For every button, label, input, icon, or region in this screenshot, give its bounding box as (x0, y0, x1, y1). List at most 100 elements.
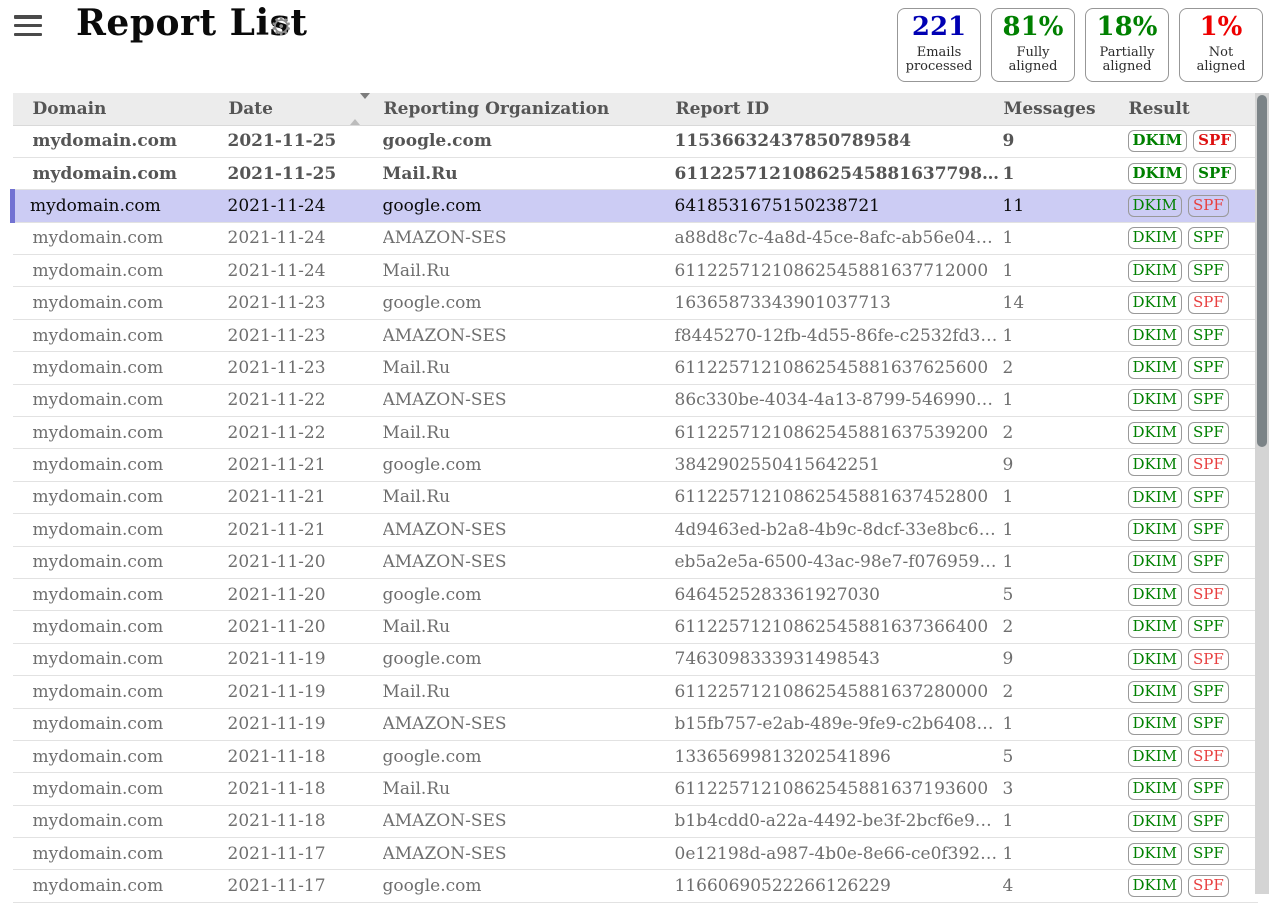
cell-result: DKIMSPF (1128, 481, 1258, 513)
table-row[interactable]: mydomain.com2021-11-20google.com64645252… (13, 578, 1258, 610)
cell-date: 2021-11-23 (228, 352, 383, 384)
dkim-badge: DKIM (1128, 616, 1183, 638)
table-row[interactable]: mydomain.com2021-11-20AMAZON-SESeb5a2e5a… (13, 546, 1258, 578)
table-header-row: Domain Date Reporting Organization Repor… (13, 93, 1258, 125)
cell-messages: 1 (1003, 708, 1128, 740)
cell-date: 2021-11-24 (228, 190, 383, 222)
table-row[interactable]: mydomain.com2021-11-19google.com74630983… (13, 643, 1258, 675)
hamburger-icon[interactable] (14, 15, 42, 36)
cell-domain: mydomain.com (13, 222, 228, 254)
cell-domain: mydomain.com (13, 157, 228, 189)
table-row[interactable]: mydomain.com2021-11-24google.com64185316… (13, 190, 1258, 222)
cell-domain: mydomain.com (13, 578, 228, 610)
table-row[interactable]: mydomain.com2021-11-21AMAZON-SES4d9463ed… (13, 514, 1258, 546)
spf-badge: SPF (1188, 325, 1229, 347)
cell-reporting-organization: AMAZON-SES (383, 708, 675, 740)
cell-messages: 1 (1003, 384, 1128, 416)
table-row[interactable]: mydomain.com2021-11-25Mail.Ru61122571210… (13, 157, 1258, 189)
cell-result: DKIMSPF (1128, 546, 1258, 578)
cell-domain: mydomain.com (13, 643, 228, 675)
cell-domain: mydomain.com (13, 352, 228, 384)
cell-reporting-organization: AMAZON-SES (383, 222, 675, 254)
cell-domain: mydomain.com (13, 125, 228, 157)
cell-report-id: 13365699813202541896 (675, 740, 1003, 772)
cell-messages: 2 (1003, 676, 1128, 708)
cell-domain: mydomain.com (13, 384, 228, 416)
dkim-badge: DKIM (1128, 519, 1183, 541)
table-row[interactable]: mydomain.com2021-11-22AMAZON-SES86c330be… (13, 384, 1258, 416)
cell-reporting-organization: Mail.Ru (383, 157, 675, 189)
table-row[interactable]: mydomain.com2021-11-19Mail.Ru61122571210… (13, 676, 1258, 708)
stat-value: 1% (1187, 13, 1255, 43)
table-row[interactable]: mydomain.com2021-11-23AMAZON-SESf8445270… (13, 319, 1258, 351)
spf-badge: SPF (1188, 713, 1229, 735)
cell-result: DKIMSPF (1128, 870, 1258, 902)
cell-date: 2021-11-25 (228, 157, 383, 189)
hamburger-bar (14, 33, 42, 37)
dkim-badge: DKIM (1128, 746, 1183, 768)
cell-reporting-organization: google.com (383, 643, 675, 675)
stat-label: Not aligned (1187, 46, 1255, 75)
vertical-scrollbar[interactable] (1255, 93, 1269, 894)
table-row[interactable]: mydomain.com2021-11-23Mail.Ru61122571210… (13, 352, 1258, 384)
cell-reporting-organization: google.com (383, 125, 675, 157)
cell-domain: mydomain.com (13, 319, 228, 351)
cell-result: DKIMSPF (1128, 222, 1258, 254)
cell-messages: 2 (1003, 611, 1128, 643)
cell-domain: mydomain.com (13, 546, 228, 578)
cell-messages: 4 (1003, 870, 1128, 902)
cell-result: DKIMSPF (1128, 773, 1258, 805)
table-row[interactable]: mydomain.com2021-11-22Mail.Ru61122571210… (13, 417, 1258, 449)
spf-badge: SPF (1188, 616, 1229, 638)
cell-reporting-organization: google.com (383, 449, 675, 481)
sort-indicator[interactable] (350, 99, 370, 119)
stat-card-not-aligned: 1% Not aligned (1179, 8, 1263, 82)
dkim-badge: DKIM (1128, 681, 1183, 703)
table-row[interactable]: mydomain.com2021-11-18google.com13365699… (13, 740, 1258, 772)
table-row[interactable]: mydomain.com2021-11-17AMAZON-SES0e12198d… (13, 838, 1258, 870)
table-row[interactable]: mydomain.com2021-11-18AMAZON-SESb1b4cdd0… (13, 805, 1258, 837)
cell-report-id: 61122571210862545881637366400 (675, 611, 1003, 643)
cell-result: DKIMSPF (1128, 417, 1258, 449)
cell-result: DKIMSPF (1128, 287, 1258, 319)
spf-badge: SPF (1188, 584, 1229, 606)
table-row[interactable]: mydomain.com2021-11-24AMAZON-SESa88d8c7c… (13, 222, 1258, 254)
column-header-date[interactable]: Date (228, 93, 383, 125)
spf-badge: SPF (1188, 454, 1229, 476)
hamburger-bar (14, 15, 42, 19)
cell-report-id: 61122571210862545881637280000 (675, 676, 1003, 708)
cell-date: 2021-11-21 (228, 449, 383, 481)
cell-date: 2021-11-17 (228, 838, 383, 870)
column-header-result: Result (1128, 93, 1258, 125)
dkim-badge: DKIM (1128, 195, 1183, 217)
dkim-badge: DKIM (1128, 227, 1183, 249)
table-row[interactable]: mydomain.com2021-11-18Mail.Ru61122571210… (13, 773, 1258, 805)
cell-messages: 1 (1003, 514, 1128, 546)
cell-domain: mydomain.com (13, 740, 228, 772)
table-row[interactable]: mydomain.com2021-11-24Mail.Ru61122571210… (13, 255, 1258, 287)
table-row[interactable]: mydomain.com2021-11-20Mail.Ru61122571210… (13, 611, 1258, 643)
cell-reporting-organization: AMAZON-SES (383, 319, 675, 351)
spf-badge: SPF (1188, 649, 1229, 671)
cell-reporting-organization: AMAZON-SES (383, 805, 675, 837)
spf-badge: SPF (1188, 487, 1229, 509)
scrollbar-thumb[interactable] (1257, 95, 1267, 447)
table-row[interactable]: mydomain.com2021-11-25google.com11536632… (13, 125, 1258, 157)
spf-badge: SPF (1188, 227, 1229, 249)
gear-icon[interactable]: ⚙ (270, 14, 292, 39)
table-row[interactable]: mydomain.com2021-11-17google.com11660690… (13, 870, 1258, 902)
cell-date: 2021-11-18 (228, 740, 383, 772)
table-row[interactable]: mydomain.com2021-11-23google.com16365873… (13, 287, 1258, 319)
cell-report-id: b15fb757-e2ab-489e-9fe9-c2b6408… (675, 708, 1003, 740)
cell-messages: 1 (1003, 805, 1128, 837)
spf-badge: SPF (1188, 422, 1229, 444)
spf-badge: SPF (1188, 195, 1229, 217)
table-row[interactable]: mydomain.com2021-11-21google.com38429025… (13, 449, 1258, 481)
table-row[interactable]: mydomain.com2021-11-21Mail.Ru61122571210… (13, 481, 1258, 513)
dkim-badge: DKIM (1128, 584, 1183, 606)
spf-badge: SPF (1188, 681, 1229, 703)
stat-value: 81% (999, 13, 1067, 43)
table-row[interactable]: mydomain.com2021-11-19AMAZON-SESb15fb757… (13, 708, 1258, 740)
sort-desc-icon (360, 93, 370, 119)
column-header-domain: Domain (13, 93, 228, 125)
